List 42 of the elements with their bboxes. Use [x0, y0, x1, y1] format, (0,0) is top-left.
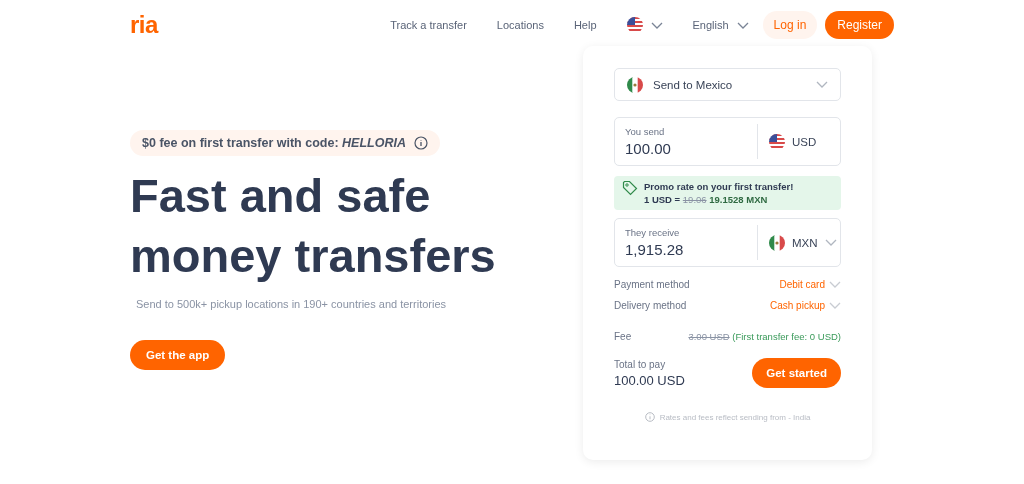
rate-prefix: 1 USD = — [644, 194, 681, 205]
total-label: Total to pay — [614, 358, 667, 370]
method-label: Payment method — [614, 279, 690, 290]
chevron-icon — [736, 21, 749, 29]
amount-field[interactable]: You send 100.00 USD — [614, 117, 841, 166]
flag-icon — [769, 234, 785, 251]
new-rate: 19.1528 MXN — [709, 194, 768, 205]
destination-text: Send to Mexico — [653, 78, 733, 91]
old-fee: 3.00 USD — [688, 331, 730, 342]
info-icon[interactable] — [413, 136, 428, 150]
info-icon — [644, 412, 655, 422]
subtitle: Send to 500k+ pickup locations in 190+ countries and territories — [136, 298, 448, 310]
flag-icon — [626, 17, 643, 33]
nav-link[interactable]: Track a transfer — [390, 19, 467, 31]
currency-selector[interactable]: USD — [758, 133, 840, 150]
flag-icon — [769, 133, 785, 150]
amount-field[interactable]: They receive 1,915.28 MXN — [614, 218, 841, 267]
country-selector[interactable] — [626, 17, 663, 33]
nav-link[interactable]: Locations — [496, 19, 544, 31]
currency-selector[interactable]: MXN — [758, 234, 840, 251]
promo-rate-title: Promo rate on your first transfer! — [644, 180, 794, 193]
headline: Fast and safe money transfers — [130, 168, 497, 284]
chevron-icon — [829, 281, 841, 288]
nav-link[interactable]: Help — [573, 19, 597, 31]
fee-label: Fee — [614, 331, 632, 342]
total-value: 100.00 USD — [614, 372, 685, 388]
chevron-icon — [829, 302, 841, 309]
promo-text: $0 fee on first transfer with code: HELLORIA — [142, 136, 406, 150]
chevron-icon — [824, 239, 837, 246]
flag-icon — [627, 76, 643, 93]
amount-label: You send — [625, 126, 666, 137]
destination-select[interactable]: Send to Mexico — [614, 68, 841, 101]
amount-label: They receive — [625, 227, 681, 238]
fee-note: (First transfer fee: 0 USD) — [732, 331, 841, 342]
chevron-icon — [650, 21, 663, 29]
tag-icon — [622, 180, 638, 196]
language-selector[interactable]: English — [692, 19, 749, 31]
old-rate: 19.06 — [682, 194, 707, 205]
amount-value: 100.00 — [625, 140, 672, 157]
chevron-icon — [816, 81, 828, 88]
amount-value: 1,915.28 — [625, 241, 685, 258]
method-label: Delivery method — [614, 300, 687, 311]
